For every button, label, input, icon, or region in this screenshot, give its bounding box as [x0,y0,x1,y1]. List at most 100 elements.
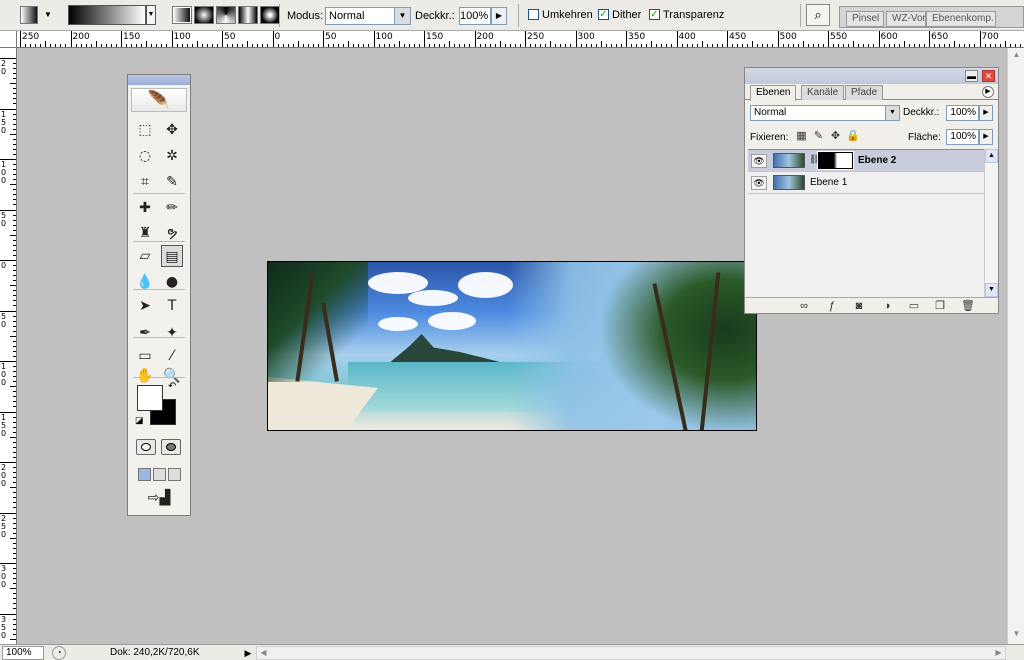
close-icon[interactable]: ✕ [982,70,995,82]
quick-mask-mode-button[interactable] [161,439,181,455]
full-screen-mode-button[interactable] [168,468,181,481]
palette-well-tab-tool-presets[interactable]: WZ-Vor [886,11,926,27]
scroll-up-icon[interactable]: ▲ [1010,50,1023,63]
scroll-down-icon[interactable]: ▼ [985,283,998,297]
vertical-ruler[interactable]: 2 0 1 5 0 1 0 0 5 0 0 5 0 1 0 0 1 5 0 2 0 0 2 5 0… [0,48,17,644]
lock-image-icon[interactable]: ✎ [812,130,825,143]
angle-gradient-button[interactable] [216,6,236,24]
tool-preset-picker[interactable] [20,6,38,24]
tab-layers[interactable]: Ebenen [750,85,797,101]
chevron-down-icon[interactable]: ▼ [394,8,410,24]
gradient-picker[interactable] [68,5,146,25]
eyedropper-tool[interactable]: ⁄ [161,345,183,367]
eraser-tool[interactable]: ▱ [134,245,156,267]
custom-shape-tool[interactable]: ✦ [161,322,183,344]
dither-checkbox[interactable]: ✓ [598,9,609,20]
scroll-down-icon[interactable]: ▼ [1010,629,1023,642]
eye-icon[interactable]: 👁 [751,154,767,168]
lock-position-icon[interactable]: ✥ [829,130,842,143]
layer-style-icon[interactable]: ƒ [825,299,839,313]
blend-mode-select[interactable]: Normal ▼ [750,105,900,121]
layer-thumbnail[interactable] [773,175,805,190]
eye-icon[interactable]: 👁 [751,176,767,190]
trash-icon[interactable]: 🗑 [961,299,975,313]
move-tool[interactable]: ✥ [161,119,183,141]
diamond-gradient-button[interactable] [260,6,280,24]
scroll-up-icon[interactable]: ▲ [985,149,998,163]
transparency-checkbox[interactable]: ✓ [649,9,660,20]
tab-paths[interactable]: Pfade [845,85,884,100]
lock-all-icon[interactable]: 🔒 [846,130,860,143]
document-horizontal-scrollbar[interactable]: ◀ ▶ [256,646,1006,660]
layer-opacity-input[interactable]: 100% [946,105,979,121]
toolbox-titlebar[interactable] [128,75,190,85]
ruler-origin[interactable] [0,31,17,48]
zoom-input[interactable]: 100% [2,646,44,660]
ruler-minor-tick [848,44,850,47]
layer-row[interactable]: 👁 ⛓ Ebene 2 [748,150,984,172]
gradient-tool[interactable]: ▤ [161,245,183,267]
link-layers-icon[interactable]: ∞ [797,299,811,313]
ruler-minor-tick [60,44,62,47]
jump-to-imageready-icon[interactable]: ⇨▟ [137,487,181,509]
opacity-slider-arrow-icon[interactable]: ▶ [491,7,507,25]
layer-thumbnail[interactable] [773,153,805,168]
tab-channels[interactable]: Kanäle [801,85,845,100]
standard-screen-mode-button[interactable] [138,468,151,481]
pen-tool[interactable]: ✒ [134,322,156,344]
new-layer-icon[interactable]: ❐ [933,299,947,313]
brush-tool[interactable]: ✏ [161,197,183,219]
palette-well-tab-layer-comps[interactable]: Ebenenkomp. [926,11,996,27]
reflected-gradient-button[interactable] [238,6,258,24]
notes-tool[interactable]: ▭ [134,345,156,367]
document-vertical-scrollbar[interactable]: ▲ ▼ [1007,48,1024,644]
adjustment-layer-icon[interactable]: ◑ [880,299,894,313]
layer-name[interactable]: Ebene 1 [810,177,847,188]
lock-transparency-icon[interactable]: ▦ [795,130,808,143]
linear-gradient-button[interactable] [172,6,192,24]
layers-panel-titlebar[interactable]: ▬ ✕ [745,68,998,84]
tool-preset-dropdown-icon[interactable]: ▼ [44,10,52,19]
default-colors-icon[interactable]: ◪ [135,415,145,425]
feather-logo-icon[interactable]: 🪶 [131,88,187,112]
minimize-icon[interactable]: ▬ [965,70,978,82]
document-image[interactable] [267,261,757,431]
type-tool[interactable]: T [161,295,183,317]
standard-mode-button[interactable] [136,439,156,455]
radial-gradient-button[interactable] [194,6,214,24]
status-menu-arrow-icon[interactable]: ▶ [242,646,254,660]
palette-well-tab-brushes[interactable]: Pinsel [846,11,884,27]
new-group-icon[interactable]: ▭ [907,299,921,313]
scroll-left-icon[interactable]: ◀ [257,647,270,659]
layers-scrollbar[interactable]: ▲ ▼ [984,149,998,297]
ruler-label: 1 5 0 [1,109,7,135]
fill-input[interactable]: 100% [946,129,979,145]
zoom-tool[interactable]: 🔍 [161,365,183,387]
gradient-picker-dropdown-icon[interactable]: ▼ [146,5,156,25]
healing-brush-tool[interactable]: ✚ [134,197,156,219]
mode-select[interactable]: Normal ▼ [325,7,411,25]
path-selection-tool[interactable]: ➤ [134,295,156,317]
chevron-down-icon[interactable]: ▼ [885,106,899,120]
layer-mask-thumbnail[interactable] [817,151,854,170]
opacity-arrow-icon[interactable]: ▶ [979,105,993,121]
lasso-tool[interactable]: ◌ [134,145,156,167]
layer-mask-icon[interactable]: ◙ [852,299,866,313]
marquee-tool[interactable]: ⬚ [134,119,156,141]
magic-wand-tool[interactable]: ✲ [161,145,183,167]
hand-tool[interactable]: ✋ [134,365,156,387]
scroll-right-icon[interactable]: ▶ [992,647,1005,659]
layer-row[interactable]: 👁 Ebene 1 [748,172,984,194]
layer-name[interactable]: Ebene 2 [858,155,896,166]
reverse-checkbox[interactable] [528,9,539,20]
crop-tool[interactable]: ⌗ [134,171,156,193]
opacity-input[interactable]: 100% [459,7,491,25]
slice-tool[interactable]: ✎ [161,171,183,193]
file-browser-button[interactable]: ⌕ [806,4,830,26]
foreground-color-swatch[interactable] [137,385,163,411]
zoom-settings-icon[interactable]: ◔ [52,646,66,660]
full-screen-menu-mode-button[interactable] [153,468,166,481]
horizontal-ruler[interactable]: 250 200 150 100 50 0 50 100 150 200 250 300 350 400 45… [17,31,1024,48]
fill-arrow-icon[interactable]: ▶ [979,129,993,145]
panel-menu-icon[interactable]: ▶ [982,86,994,98]
